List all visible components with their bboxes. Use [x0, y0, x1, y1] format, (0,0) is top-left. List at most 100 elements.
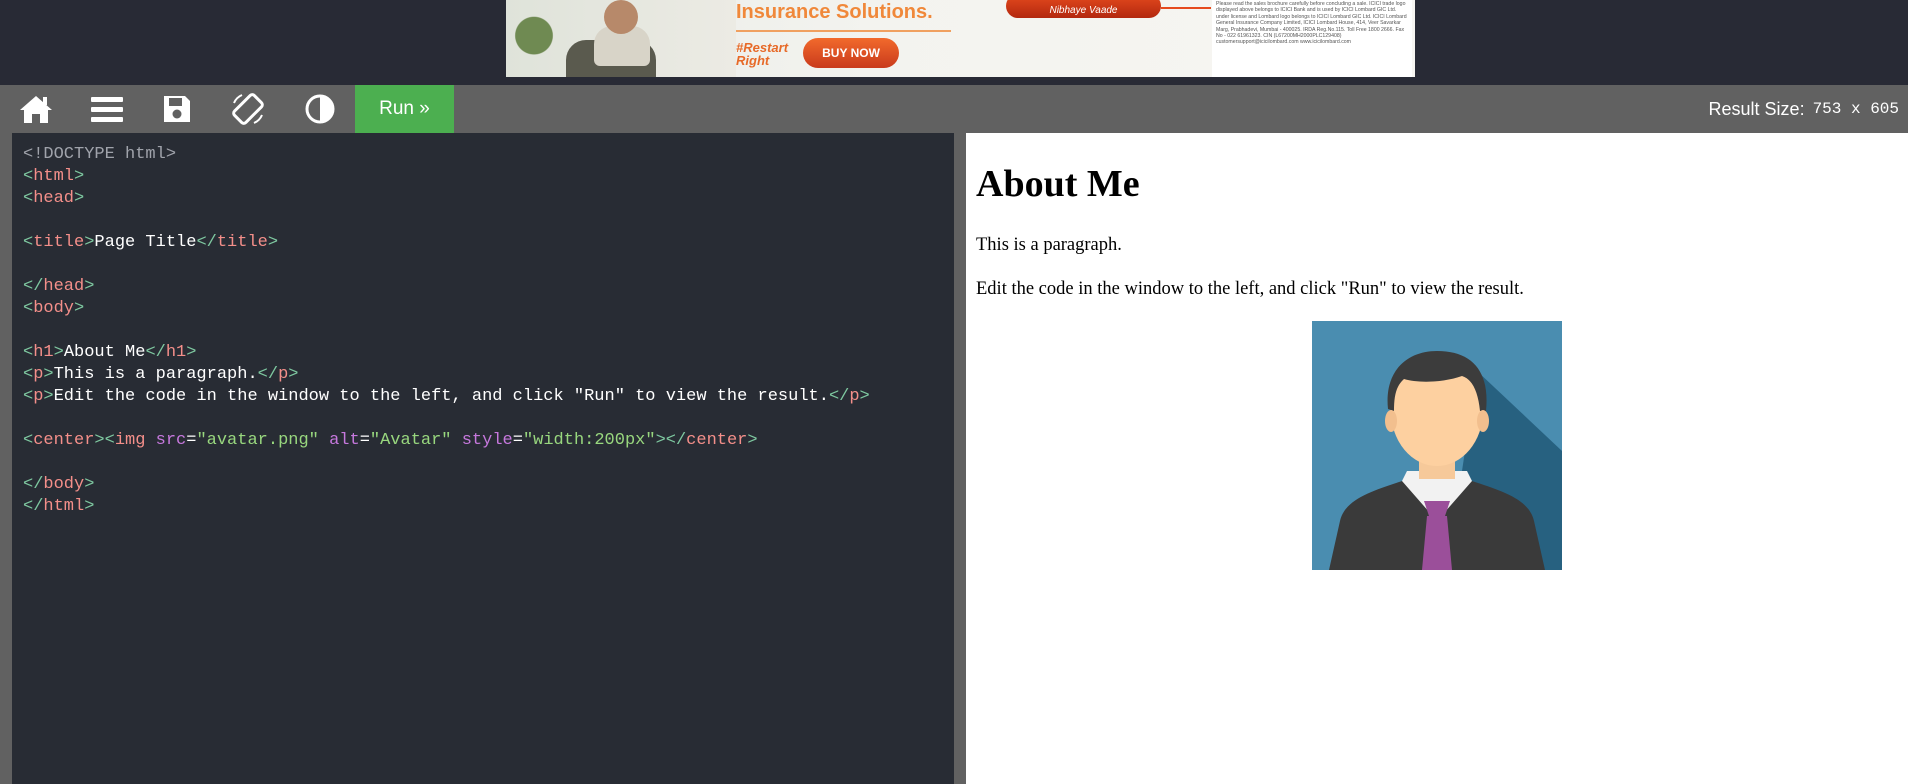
code-token: html	[33, 167, 75, 186]
code-token: <	[23, 299, 34, 318]
code-token: title	[216, 233, 268, 252]
ad-headline: Insurance Solutions.	[736, 1, 933, 23]
code-token: </	[257, 365, 279, 384]
code-token: </	[196, 233, 217, 252]
code-token: >	[53, 343, 64, 362]
code-token: >	[747, 431, 758, 450]
code-editor[interactable]: <!DOCTYPE html> <html> <head> <title>Page T…	[12, 133, 954, 784]
code-line[interactable]	[23, 254, 870, 276]
code-line[interactable]	[23, 320, 870, 342]
code-token: <	[23, 167, 34, 186]
contrast-icon	[304, 93, 336, 125]
home-icon	[19, 94, 53, 124]
code-token: ></	[655, 431, 687, 450]
result-paragraph-2: Edit the code in the window to the left,…	[976, 279, 1524, 299]
code-token: >	[288, 365, 299, 384]
code-line[interactable]: <body>	[23, 298, 870, 320]
result-size: Result Size: 753 x 605	[1709, 85, 1899, 133]
code-token: >	[84, 233, 95, 252]
code-token: >	[267, 233, 279, 252]
code-token: </	[145, 343, 166, 362]
code-token: p	[278, 365, 289, 384]
code-token: p	[849, 387, 860, 406]
code-line[interactable]: </body>	[23, 474, 870, 496]
code-line[interactable]: </head>	[23, 276, 870, 298]
code-token: >	[74, 189, 85, 208]
code-token: "width:200px"	[522, 431, 656, 450]
result-heading: About Me	[976, 163, 1140, 205]
code-token: >	[84, 475, 95, 494]
code-line[interactable]: <p>This is a paragraph.</p>	[23, 364, 870, 386]
code-token: <!DOCTYPE html>	[23, 145, 177, 164]
code-token: head	[33, 189, 75, 208]
code-line[interactable]	[23, 210, 870, 232]
code-token: center	[686, 431, 748, 450]
code-token: <	[23, 189, 34, 208]
code-line[interactable]: <center><img src="avatar.png" alt="Avata…	[23, 430, 870, 452]
code-token: Page Title	[94, 233, 197, 252]
code-line[interactable]: <head>	[23, 188, 870, 210]
home-button[interactable]	[7, 85, 65, 133]
code-line[interactable]: <html>	[23, 166, 870, 188]
code-content[interactable]: <!DOCTYPE html> <html> <head> <title>Page T…	[23, 144, 870, 518]
result-pane: About Me This is a paragraph. Edit the c…	[966, 133, 1908, 784]
run-button[interactable]: Run »	[355, 85, 454, 133]
editor-frame: <!DOCTYPE html> <html> <head> <title>Page T…	[0, 133, 966, 784]
save-icon	[162, 94, 192, 124]
code-token: "Avatar"	[369, 431, 452, 450]
code-token: src	[145, 431, 187, 450]
code-line[interactable]: <title>Page Title</title>	[23, 232, 870, 254]
save-button[interactable]	[148, 85, 206, 133]
code-token: >	[43, 387, 54, 406]
person-head-illustration	[604, 0, 638, 34]
ad-buy-now-button[interactable]: BUY NOW	[803, 38, 899, 68]
code-line[interactable]: <p>Edit the code in the window to the le…	[23, 386, 870, 408]
ad-divider	[736, 30, 951, 32]
code-token: <	[23, 343, 34, 362]
code-token: </	[23, 277, 44, 296]
code-line[interactable]: </html>	[23, 496, 870, 518]
code-token: p	[33, 387, 44, 406]
ad-brand-line	[1161, 7, 1211, 9]
code-token: </	[23, 497, 44, 516]
code-line[interactable]: <!DOCTYPE html>	[23, 144, 870, 166]
code-token: h1	[165, 343, 187, 362]
code-token: >	[74, 299, 85, 318]
result-size-label: Result Size:	[1708, 98, 1805, 119]
code-token: >	[84, 497, 95, 516]
code-token: h1	[33, 343, 54, 362]
code-token: </	[23, 475, 44, 494]
result-size-value: 753 x 605	[1812, 100, 1899, 118]
rotate-icon	[230, 91, 266, 127]
code-token: body	[43, 475, 85, 494]
code-token: =	[512, 431, 523, 450]
code-token: Edit the code in the window to the left,…	[53, 387, 829, 406]
code-token: =	[359, 431, 370, 450]
code-token: img	[114, 431, 146, 450]
menu-button[interactable]	[78, 85, 136, 133]
code-token: style	[451, 431, 513, 450]
ad-photo	[506, 0, 736, 77]
code-line[interactable]: <h1>About Me</h1>	[23, 342, 870, 364]
code-line[interactable]	[23, 452, 870, 474]
code-token: >	[84, 277, 95, 296]
plant-illustration	[514, 8, 554, 77]
avatar-icon	[1312, 321, 1562, 570]
code-token: <	[23, 431, 34, 450]
rotate-button[interactable]	[219, 85, 277, 133]
code-token: head	[43, 277, 85, 296]
code-token: >	[859, 387, 870, 406]
code-token: About Me	[63, 343, 146, 362]
code-line[interactable]	[23, 408, 870, 430]
code-token: "avatar.png"	[196, 431, 319, 450]
code-token: html	[43, 497, 85, 516]
code-token: p	[33, 365, 44, 384]
ad-banner[interactable]: Insurance Solutions. #Restart Right BUY …	[506, 0, 1415, 77]
code-token: </	[828, 387, 850, 406]
code-token: >	[186, 343, 197, 362]
ad-brand-logo: Nibhaye Vaade	[1006, 0, 1161, 18]
theme-toggle-button[interactable]	[291, 85, 349, 133]
code-token: alt	[318, 431, 360, 450]
code-token: <	[23, 233, 34, 252]
code-token: ><	[94, 431, 115, 450]
